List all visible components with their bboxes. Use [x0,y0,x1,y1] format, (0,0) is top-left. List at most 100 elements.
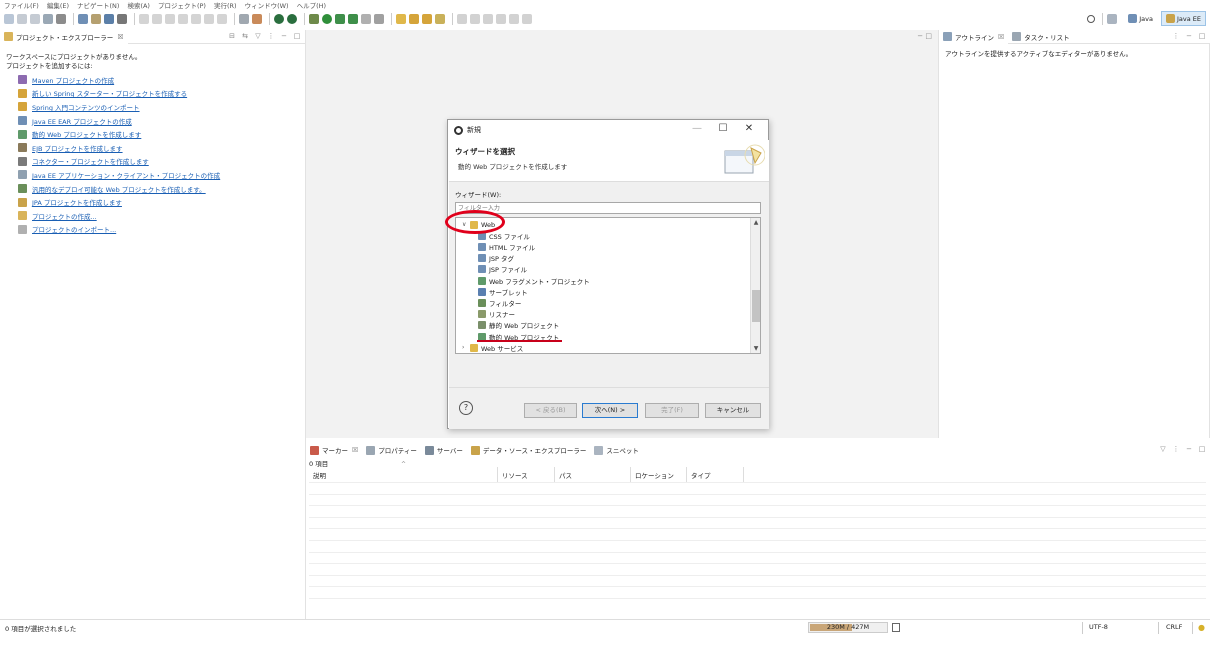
run-icon[interactable] [322,14,332,24]
scroll-thumb[interactable] [752,290,760,322]
open-folder-icon[interactable] [396,14,406,24]
perspective-java-ee[interactable]: Java EE [1160,11,1206,26]
link-dynamic-web-project[interactable]: 動的 Web プロジェクトを作成します [18,127,220,141]
minimize-button[interactable]: — [684,123,710,134]
disconnect-icon[interactable] [178,14,188,24]
column-description[interactable]: 説明 [309,467,498,482]
tab-project-explorer[interactable]: プロジェクト・エクスプローラー ☒ [0,29,128,44]
link-connector-project[interactable]: コネクター・プロジェクトを作成します [18,155,220,169]
tree-item[interactable]: リスナー [478,309,515,320]
link-create-project[interactable]: プロジェクトの作成... [18,209,220,223]
minimize-icon[interactable]: − [280,32,288,40]
column-location[interactable]: ロケーション [631,467,687,482]
globe-icon[interactable] [78,14,88,24]
close-icon[interactable]: ☒ [352,446,358,454]
settings-icon[interactable] [56,14,66,24]
open-type-icon[interactable] [43,14,53,24]
editor-window-controls[interactable]: − □ [917,32,932,40]
wizard-filter-input[interactable] [455,202,761,214]
build-icon[interactable] [91,14,101,24]
coverage-icon[interactable] [335,14,345,24]
open-project-icon[interactable] [409,14,419,24]
pin-editor-icon[interactable] [522,14,532,24]
menu-help[interactable]: ヘルプ(H) [297,0,326,10]
help-button[interactable]: ? [459,401,473,415]
new-icon[interactable] [4,14,14,24]
debug-icon[interactable] [309,14,319,24]
scroll-up-icon[interactable]: ▲ [751,219,760,226]
back-button[interactable]: < 戻る(B) [524,403,577,418]
search-icon[interactable] [1087,14,1096,23]
heap-status[interactable]: 230M / 427M [808,622,888,633]
cancel-button[interactable]: キャンセル [705,403,761,418]
dialog-title-bar[interactable]: 新規 — ☐ ✕ [448,120,768,140]
save-all-icon[interactable] [30,14,40,24]
open-resource-icon[interactable] [422,14,432,24]
tree-item[interactable]: HTML ファイル [478,241,535,252]
chevron-right-icon[interactable]: › [462,344,470,351]
link-spring-import[interactable]: Spring 入門コンテンツのインポート [18,100,220,114]
new-server-icon[interactable] [361,14,371,24]
filter-icon[interactable]: ▽ [1159,445,1167,453]
menu-search[interactable]: 検索(A) [127,0,150,10]
tab-markers[interactable]: マーカー ☒ [306,443,363,457]
next-button[interactable]: 次へ(N) > [582,403,638,418]
link-generic-web-project[interactable]: 汎用的なデプロイ可能な Web プロジェクトを作成します。 [18,182,220,196]
close-icon[interactable]: ☒ [998,33,1004,41]
skip-breakpoints-icon[interactable] [252,14,262,24]
menu-run[interactable]: 実行(R) [214,0,237,10]
console-icon[interactable] [104,14,114,24]
server-start-icon[interactable] [274,14,284,24]
menu-edit[interactable]: 編集(E) [47,0,69,10]
tree-item[interactable]: 静的 Web プロジェクト [478,320,559,331]
tree-item[interactable]: JSP タグ [478,253,514,264]
column-resource[interactable]: リソース [498,467,555,482]
column-path[interactable]: パス [555,467,631,482]
collapse-all-icon[interactable]: ⊟ [228,32,236,40]
close-button[interactable]: ✕ [736,123,762,134]
terminate-icon[interactable] [165,14,175,24]
menu-project[interactable]: プロジェクト(P) [158,0,206,10]
view-menu-icon[interactable]: ⋮ [1172,445,1180,453]
tab-servers[interactable]: サーバー [421,443,467,457]
forward-icon[interactable] [509,14,519,24]
minimize-icon[interactable]: − [1185,445,1193,453]
resume-icon[interactable] [139,14,149,24]
tab-task-list[interactable]: タスク・リスト [1008,30,1073,44]
maximize-icon[interactable]: □ [293,32,301,40]
tree-folder[interactable]: › Web サービス [462,342,523,353]
filter-icon[interactable]: ▽ [254,32,262,40]
tree-item[interactable]: フィルター [478,297,521,308]
scroll-down-icon[interactable]: ▼ [751,345,760,352]
finish-button[interactable]: 完了(F) [645,403,699,418]
line-ending-status[interactable]: CRLF [1166,623,1182,631]
step-over-icon[interactable] [204,14,214,24]
tree-item[interactable]: サーブレット [478,286,528,297]
save-icon[interactable] [17,14,27,24]
link-jpa-project[interactable]: JPA プロジェクトを作成します [18,195,220,209]
view-menu-icon[interactable]: ⋮ [267,32,275,40]
perspective-java[interactable]: Java [1124,12,1157,25]
link-ejb-project[interactable]: EJB プロジェクトを作成します [18,141,220,155]
link-import-project[interactable]: プロジェクトのインポート... [18,223,220,237]
tree-item[interactable]: JSP ファイル [478,264,527,275]
link-client-project[interactable]: Java EE アプリケーション・クライアント・プロジェクトの作成 [18,168,220,182]
tree-item[interactable]: Web フラグメント・プロジェクト [478,275,590,286]
suspend-icon[interactable] [152,14,162,24]
back-icon[interactable] [496,14,506,24]
external-tools-icon[interactable] [348,14,358,24]
tree-scrollbar[interactable]: ▲ ▼ [750,218,760,353]
format-icon[interactable] [239,14,249,24]
pencil-icon[interactable] [435,14,445,24]
minimize-icon[interactable]: − [1185,32,1193,40]
tab-snippets[interactable]: スニペット [590,443,643,457]
view-menu-icon[interactable]: ⋮ [1172,32,1180,40]
step-into-icon[interactable] [191,14,201,24]
maximize-icon[interactable]: □ [1198,445,1206,453]
close-icon[interactable]: ☒ [117,33,123,41]
link-ear-project[interactable]: Java EE EAR プロジェクトの作成 [18,114,220,128]
trash-icon[interactable] [892,623,900,632]
maximize-icon[interactable]: □ [1198,32,1206,40]
annotation-icon[interactable] [457,14,467,24]
tab-properties[interactable]: プロパティー [362,443,421,457]
